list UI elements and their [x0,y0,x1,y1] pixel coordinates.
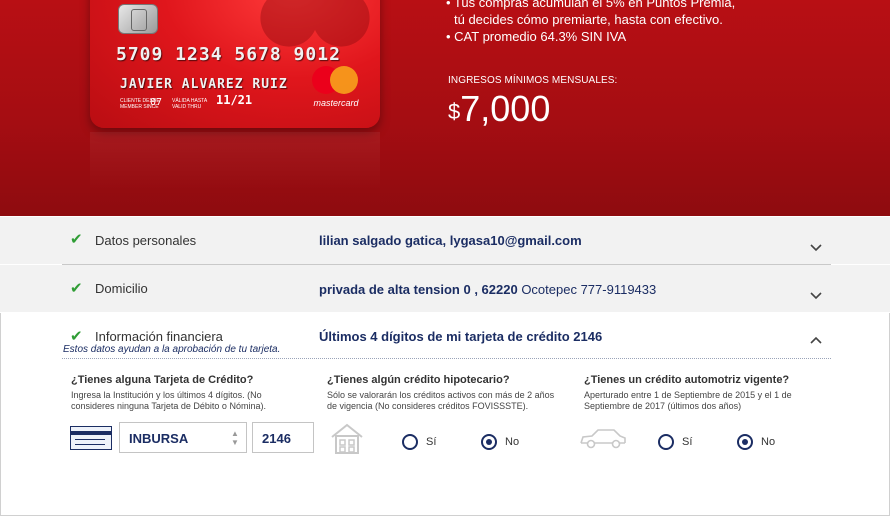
select-arrows-icon: ▲ ▼ [231,429,239,447]
card-reflection [90,132,380,192]
section-summary: privada de alta tension 0 , 62220 Ocotep… [319,282,656,297]
benefits-list: • Tus compras acumulan el 5% en Puntos P… [446,0,735,45]
last-four-digits-input[interactable]: 2146 [252,422,314,453]
chevron-up-icon[interactable] [808,332,824,348]
benefit-line: • CAT promedio 64.3% SIN IVA [446,29,627,44]
section-summary: lilian salgado gatica, lygasa10@gmail.co… [319,233,582,248]
auto-yes-radio[interactable] [658,434,674,450]
section-title: Información financiera [95,329,223,344]
member-since-value: 07 [150,97,163,108]
address-line: privada de alta tension 0 , 62220 [319,282,518,297]
question-mortgage-desc: Sólo se valorarán los créditos activos c… [327,390,554,412]
desc-line: Aperturado entre 1 de Septiembre de 2015… [584,390,792,400]
mortgage-yes-radio[interactable] [402,434,418,450]
question-credit-card-desc: Ingresa la Institución y los últimos 4 d… [71,390,266,412]
last-four-digits-value: 2146 [262,431,291,446]
mastercard-orange-circle-icon [330,66,358,94]
check-icon: ✔ [70,280,83,297]
benefit-line: • Tus compras acumulan el 5% en Puntos P… [446,0,736,10]
section-personal-data[interactable]: ✔ Datos personales lilian salgado gatica… [0,217,890,264]
mastercard-wordmark: mastercard [313,98,359,108]
financial-note: Estos datos ayudan a la aprobación de tu… [63,344,281,355]
dotted-divider [62,358,831,359]
question-mortgage-title: ¿Tienes algún crédito hipotecario? [327,374,510,386]
min-income-label: INGRESOS MÍNIMOS MENSUALES: [448,75,618,86]
desc-line: Sólo se valorarán los créditos activos c… [327,390,555,400]
hero-banner: 5709 1234 5678 9012 JAVIER ALVAREZ RUIZ … [0,0,890,216]
question-credit-card-title: ¿Tienes alguna Tarjeta de Crédito? [71,374,254,386]
address-city-phone: Ocotepec 777-9119433 [517,282,657,297]
currency-symbol: $ [448,99,461,124]
section-title: Datos personales [95,233,197,248]
check-icon: ✔ [70,231,83,248]
application-page: 5709 1234 5678 9012 JAVIER ALVAREZ RUIZ … [0,0,890,516]
income-amount: 7,000 [460,88,551,129]
credit-card-image: 5709 1234 5678 9012 JAVIER ALVAREZ RUIZ … [90,0,380,128]
card-chip-icon [118,4,158,34]
card-number: 5709 1234 5678 9012 [116,44,341,65]
mortgage-no-label: No [505,436,520,448]
mortgage-yes-label: Sí [426,436,437,448]
desc-line: de vigencia (No consideres créditos FOVI… [327,401,529,411]
section-title: Domicilio [95,281,148,296]
benefit-line: tú decides cómo premiarte, hasta con efe… [454,12,723,27]
mortgage-no-radio[interactable] [481,434,497,450]
valid-thru-value: 11/21 [216,93,253,107]
min-income-value: $7,000 [448,88,550,130]
question-auto-title: ¿Tienes un crédito automotriz vigente? [584,374,790,386]
desc-line: consideres ninguna Tarjeta de Débito o N… [71,401,266,411]
valid-thru-label: VÁLIDA HASTA VALID THRU [172,98,207,110]
auto-yes-label: Sí [682,436,693,448]
house-icon [331,423,363,454]
check-icon: ✔ [70,328,83,345]
question-auto-desc: Aperturado entre 1 de Septiembre de 2015… [584,390,792,412]
chevron-down-icon[interactable] [808,288,824,304]
institution-selected-value: INBURSA [129,431,189,446]
card-holder-name: JAVIER ALVAREZ RUIZ [120,77,288,92]
desc-line: Ingresa la Institución y los últimos 4 d… [71,390,262,400]
chevron-down-icon[interactable] [808,240,824,256]
auto-no-label: No [761,436,776,448]
institution-select[interactable]: INBURSA ▲ ▼ [119,422,247,453]
car-icon [580,429,626,449]
desc-line: Septiembre de 2017 (últimos dos años) [584,401,742,411]
section-address[interactable]: ✔ Domicilio privada de alta tension 0 , … [0,265,890,312]
auto-no-radio[interactable] [737,434,753,450]
section-summary: Últimos 4 dígitos de mi tarjeta de crédi… [319,329,603,344]
mastercard-logo: mastercard [306,64,366,116]
credit-card-icon [70,426,112,450]
